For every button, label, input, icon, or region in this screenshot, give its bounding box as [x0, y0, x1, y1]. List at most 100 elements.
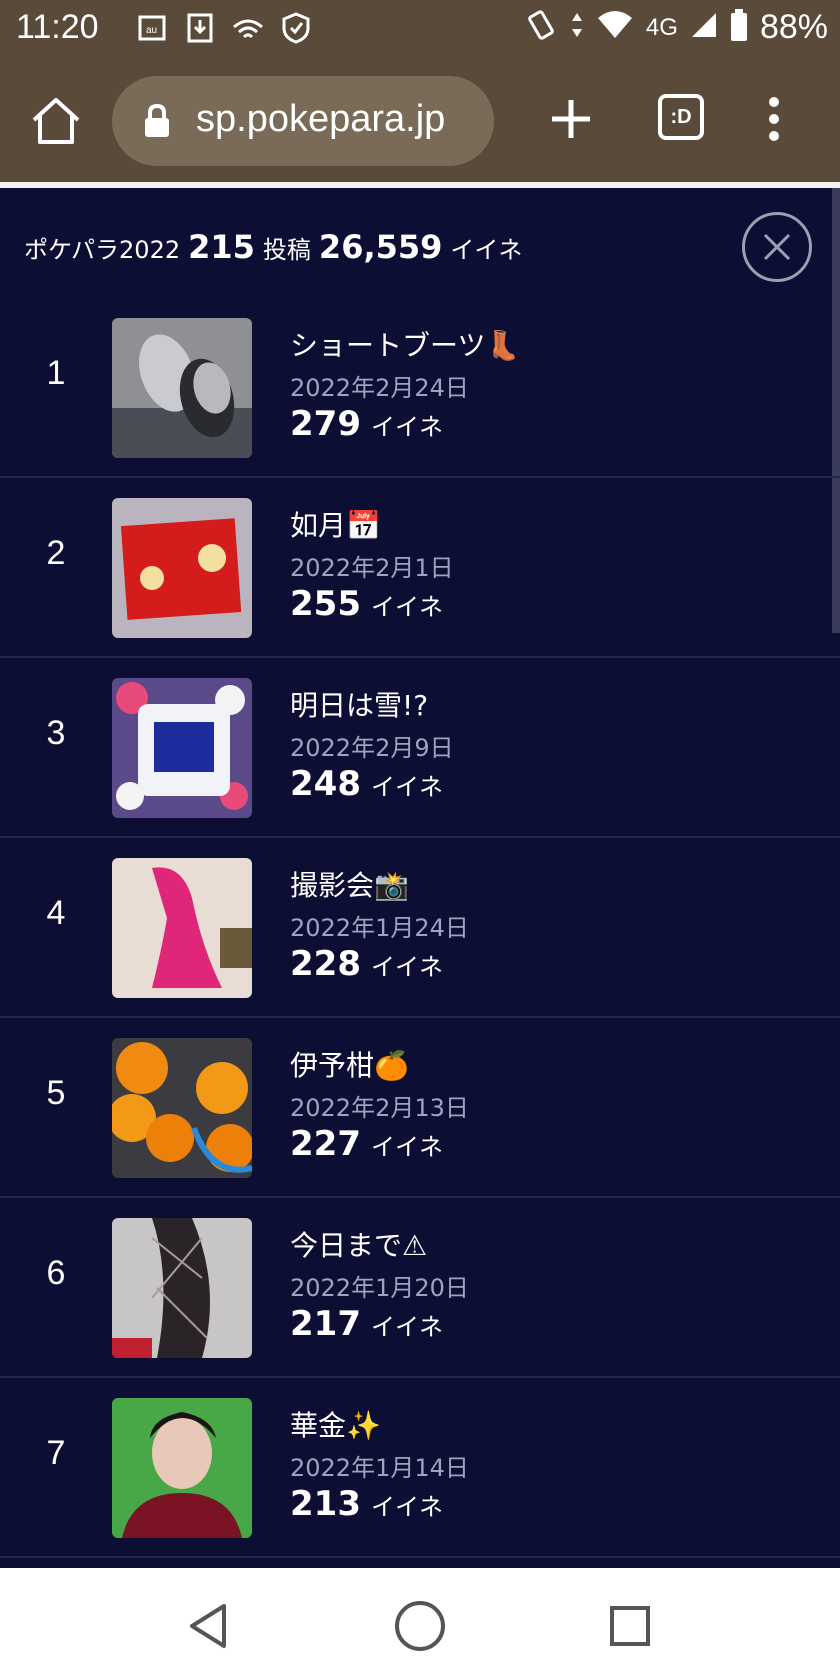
- posts-label: 投稿: [262, 236, 311, 264]
- ranking-panel: ポケパラ2022 215 投稿 26,559 イイネ 1 ショートブーツ👢 20…: [0, 188, 840, 1568]
- likes-unit: イイネ: [370, 1133, 443, 1161]
- address-bar[interactable]: sp.pokepara.jp: [112, 76, 494, 166]
- plus-icon: [552, 100, 590, 138]
- post-title: ショートブーツ👢: [290, 329, 521, 362]
- post-likes: 255 イイネ: [290, 584, 443, 624]
- shield-icon: [279, 12, 313, 44]
- home-button[interactable]: [28, 96, 84, 146]
- rank-number: 3: [46, 714, 66, 752]
- post-title: 今日まで⚠: [290, 1229, 428, 1262]
- likes-total: 26,559: [318, 228, 443, 266]
- battery-percent: 88%: [759, 8, 828, 46]
- summary: ポケパラ2022 215 投稿 26,559 イイネ: [24, 228, 522, 266]
- tab-switcher-button[interactable]: :D: [658, 94, 704, 140]
- post-thumbnail[interactable]: [112, 678, 252, 818]
- url-text: sp.pokepara.jp: [196, 98, 446, 140]
- post-date: 2022年1月20日: [290, 1274, 469, 1302]
- post-date: 2022年2月9日: [290, 734, 454, 762]
- post-date: 2022年2月13日: [290, 1094, 469, 1122]
- post-likes: 228 イイネ: [290, 944, 443, 984]
- recents-icon: [610, 1606, 650, 1646]
- back-icon: [190, 1604, 226, 1648]
- au-icon: au: [135, 12, 169, 44]
- post-thumbnail[interactable]: [112, 858, 252, 998]
- likes-count: 228: [290, 944, 361, 984]
- home-nav-button[interactable]: [392, 1598, 448, 1654]
- post-likes: 248 イイネ: [290, 764, 443, 804]
- ranking-header: ポケパラ2022 215 投稿 26,559 イイネ: [0, 188, 840, 298]
- post-thumbnail[interactable]: [112, 498, 252, 638]
- post-title: 華金✨: [290, 1409, 381, 1442]
- status-right: 4G 88%: [524, 8, 828, 47]
- likes-unit: イイネ: [370, 953, 443, 981]
- status-bar: 11:20 au 4G 88%: [0, 0, 840, 58]
- list-item[interactable]: 4 撮影会📸 2022年1月24日 228 イイネ: [0, 838, 840, 1018]
- list-item[interactable]: 1 ショートブーツ👢 2022年2月24日 279 イイネ: [0, 298, 840, 478]
- notification-icons: au: [135, 12, 313, 44]
- post-title: 明日は雪!?: [290, 689, 429, 722]
- likes-label: イイネ: [450, 236, 523, 264]
- likes-unit: イイネ: [370, 773, 443, 801]
- post-title: 撮影会📸: [290, 869, 409, 902]
- recents-button[interactable]: [602, 1598, 658, 1654]
- vibrate-icon: [524, 9, 558, 46]
- rank-number: 4: [46, 894, 66, 932]
- post-likes: 217 イイネ: [290, 1304, 443, 1344]
- ranking-list: 1 ショートブーツ👢 2022年2月24日 279 イイネ 2 如月📅 2022年…: [0, 298, 840, 1558]
- browser-toolbar: sp.pokepara.jp :D: [0, 58, 840, 182]
- post-date: 2022年1月24日: [290, 914, 469, 942]
- signal-icon: [690, 11, 718, 44]
- data-arrows-icon: [570, 11, 584, 44]
- likes-unit: イイネ: [370, 413, 443, 441]
- post-likes: 279 イイネ: [290, 404, 443, 444]
- system-nav-bar: [0, 1568, 840, 1680]
- post-likes: 213 イイネ: [290, 1484, 443, 1524]
- au-wifi-icon: [231, 12, 265, 44]
- lock-icon: [144, 103, 170, 138]
- likes-count: 217: [290, 1304, 361, 1344]
- likes-unit: イイネ: [370, 1493, 443, 1521]
- post-title: 伊予柑🍊: [290, 1049, 409, 1082]
- post-thumbnail[interactable]: [112, 318, 252, 458]
- list-item[interactable]: 5 伊予柑🍊 2022年2月13日 227 イイネ: [0, 1018, 840, 1198]
- rank-number: 5: [46, 1074, 66, 1112]
- post-date: 2022年2月1日: [290, 554, 454, 582]
- likes-unit: イイネ: [370, 593, 443, 621]
- likes-count: 227: [290, 1124, 361, 1164]
- more-vert-icon: [769, 97, 779, 141]
- likes-count: 255: [290, 584, 361, 624]
- likes-count: 248: [290, 764, 361, 804]
- network-type: 4G: [645, 13, 678, 41]
- list-item[interactable]: 7 華金✨ 2022年1月14日 213 イイネ: [0, 1378, 840, 1558]
- post-thumbnail[interactable]: [112, 1218, 252, 1358]
- new-tab-button[interactable]: [546, 94, 596, 144]
- rank-number: 7: [46, 1434, 66, 1472]
- back-button[interactable]: [180, 1598, 236, 1654]
- rank-number: 6: [46, 1254, 66, 1292]
- rank-number: 1: [46, 354, 66, 392]
- download-icon: [183, 12, 217, 44]
- battery-icon: [730, 9, 748, 46]
- list-item[interactable]: 6 今日まで⚠ 2022年1月20日 217 イイネ: [0, 1198, 840, 1378]
- svg-text:au: au: [146, 25, 157, 36]
- post-title: 如月📅: [290, 509, 381, 542]
- likes-count: 279: [290, 404, 361, 444]
- summary-prefix: ポケパラ2022: [24, 236, 181, 264]
- list-item[interactable]: 2 如月📅 2022年2月1日 255 イイネ: [0, 478, 840, 658]
- menu-button[interactable]: [764, 94, 784, 144]
- status-time: 11:20: [16, 8, 99, 46]
- home-circle-icon: [395, 1601, 445, 1651]
- likes-unit: イイネ: [370, 1313, 443, 1341]
- post-likes: 227 イイネ: [290, 1124, 443, 1164]
- likes-count: 213: [290, 1484, 361, 1524]
- close-button[interactable]: [742, 212, 812, 282]
- post-thumbnail[interactable]: [112, 1398, 252, 1538]
- close-icon: [763, 233, 791, 261]
- wifi-icon: [596, 10, 634, 45]
- posts-count: 215: [188, 228, 255, 266]
- post-thumbnail[interactable]: [112, 1038, 252, 1178]
- list-item[interactable]: 3 明日は雪!? 2022年2月9日 248 イイネ: [0, 658, 840, 838]
- rank-number: 2: [46, 534, 66, 572]
- post-date: 2022年2月24日: [290, 374, 469, 402]
- post-date: 2022年1月14日: [290, 1454, 469, 1482]
